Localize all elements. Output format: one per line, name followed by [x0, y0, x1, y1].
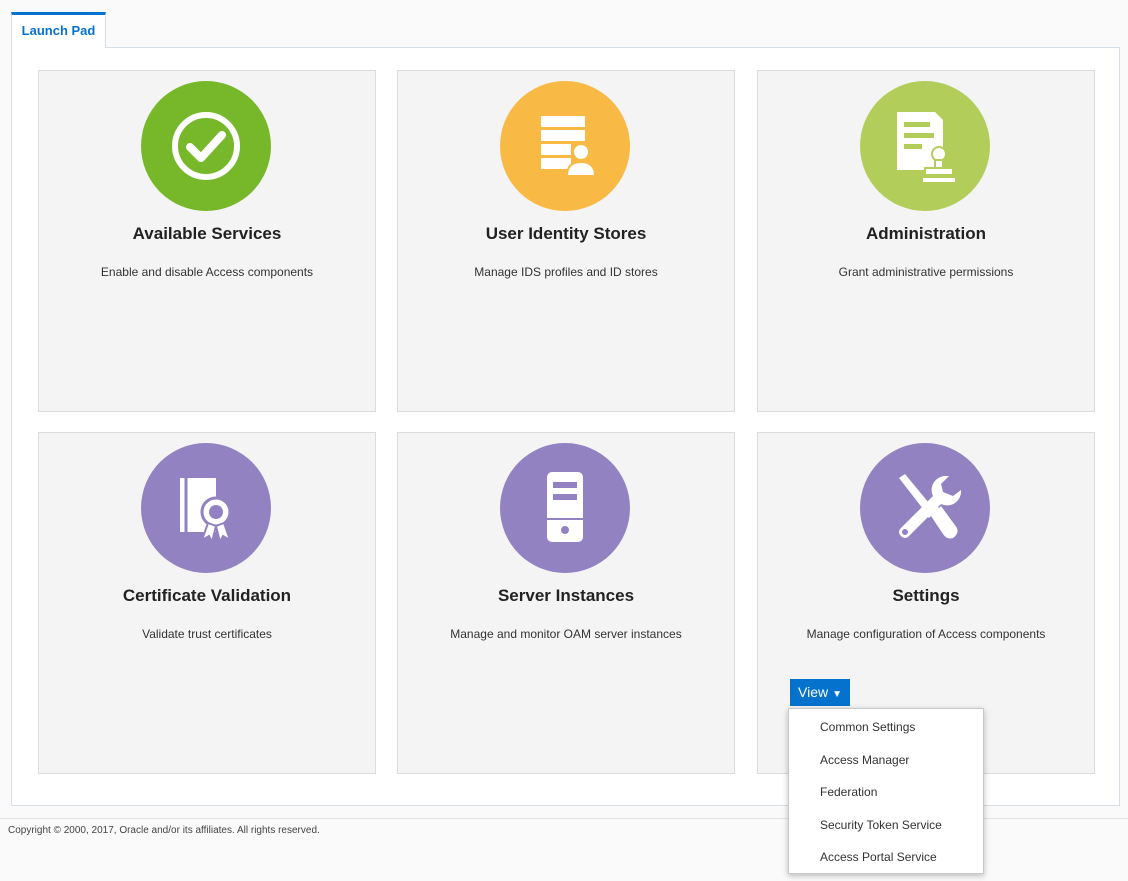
card-description: Manage configuration of Access component…	[806, 627, 1046, 641]
card-certificate-validation[interactable]: Certificate Validation Validate trust ce…	[38, 432, 376, 774]
card-title[interactable]: Administration	[758, 224, 1094, 244]
check-icon	[141, 81, 271, 211]
menu-item-common-settings[interactable]: Common Settings	[789, 711, 983, 744]
copyright-text: Copyright © 2000, 2017, Oracle and/or it…	[8, 825, 320, 836]
view-menu-button[interactable]: View ▼	[790, 679, 850, 706]
tab-launch-pad[interactable]: Launch Pad	[11, 12, 106, 48]
card-available-services[interactable]: Available Services Enable and disable Ac…	[38, 70, 376, 412]
card-title[interactable]: User Identity Stores	[398, 224, 734, 244]
menu-item-security-token-service[interactable]: Security Token Service	[789, 809, 983, 842]
document-stamp-icon	[860, 81, 990, 211]
card-description: Manage and monitor OAM server instances	[450, 627, 682, 641]
menu-item-access-portal-service[interactable]: Access Portal Service	[789, 841, 983, 874]
card-description: Grant administrative permissions	[838, 265, 1014, 279]
card-title[interactable]: Server Instances	[398, 586, 734, 606]
card-title[interactable]: Available Services	[39, 224, 375, 244]
card-description: Manage IDS profiles and ID stores	[474, 265, 658, 279]
card-title[interactable]: Settings	[758, 586, 1094, 606]
tools-icon	[860, 443, 990, 573]
card-server-instances[interactable]: Server Instances Manage and monitor OAM …	[397, 432, 735, 774]
menu-item-access-manager[interactable]: Access Manager	[789, 744, 983, 777]
caret-down-icon: ▼	[832, 689, 842, 700]
card-user-identity-stores[interactable]: User Identity Stores Manage IDS profiles…	[397, 70, 735, 412]
view-dropdown-menu: Common Settings Access Manager Federatio…	[788, 708, 984, 874]
card-administration[interactable]: Administration Grant administrative perm…	[757, 70, 1095, 412]
launch-pad-panel: Available Services Enable and disable Ac…	[11, 47, 1120, 806]
identity-store-icon	[500, 81, 630, 211]
certificate-icon	[141, 443, 271, 573]
card-description: Enable and disable Access components	[100, 265, 314, 279]
card-description: Validate trust certificates	[142, 627, 272, 641]
view-button-label: View	[798, 684, 829, 700]
server-icon	[500, 443, 630, 573]
card-title[interactable]: Certificate Validation	[39, 586, 375, 606]
menu-item-federation[interactable]: Federation	[789, 776, 983, 809]
